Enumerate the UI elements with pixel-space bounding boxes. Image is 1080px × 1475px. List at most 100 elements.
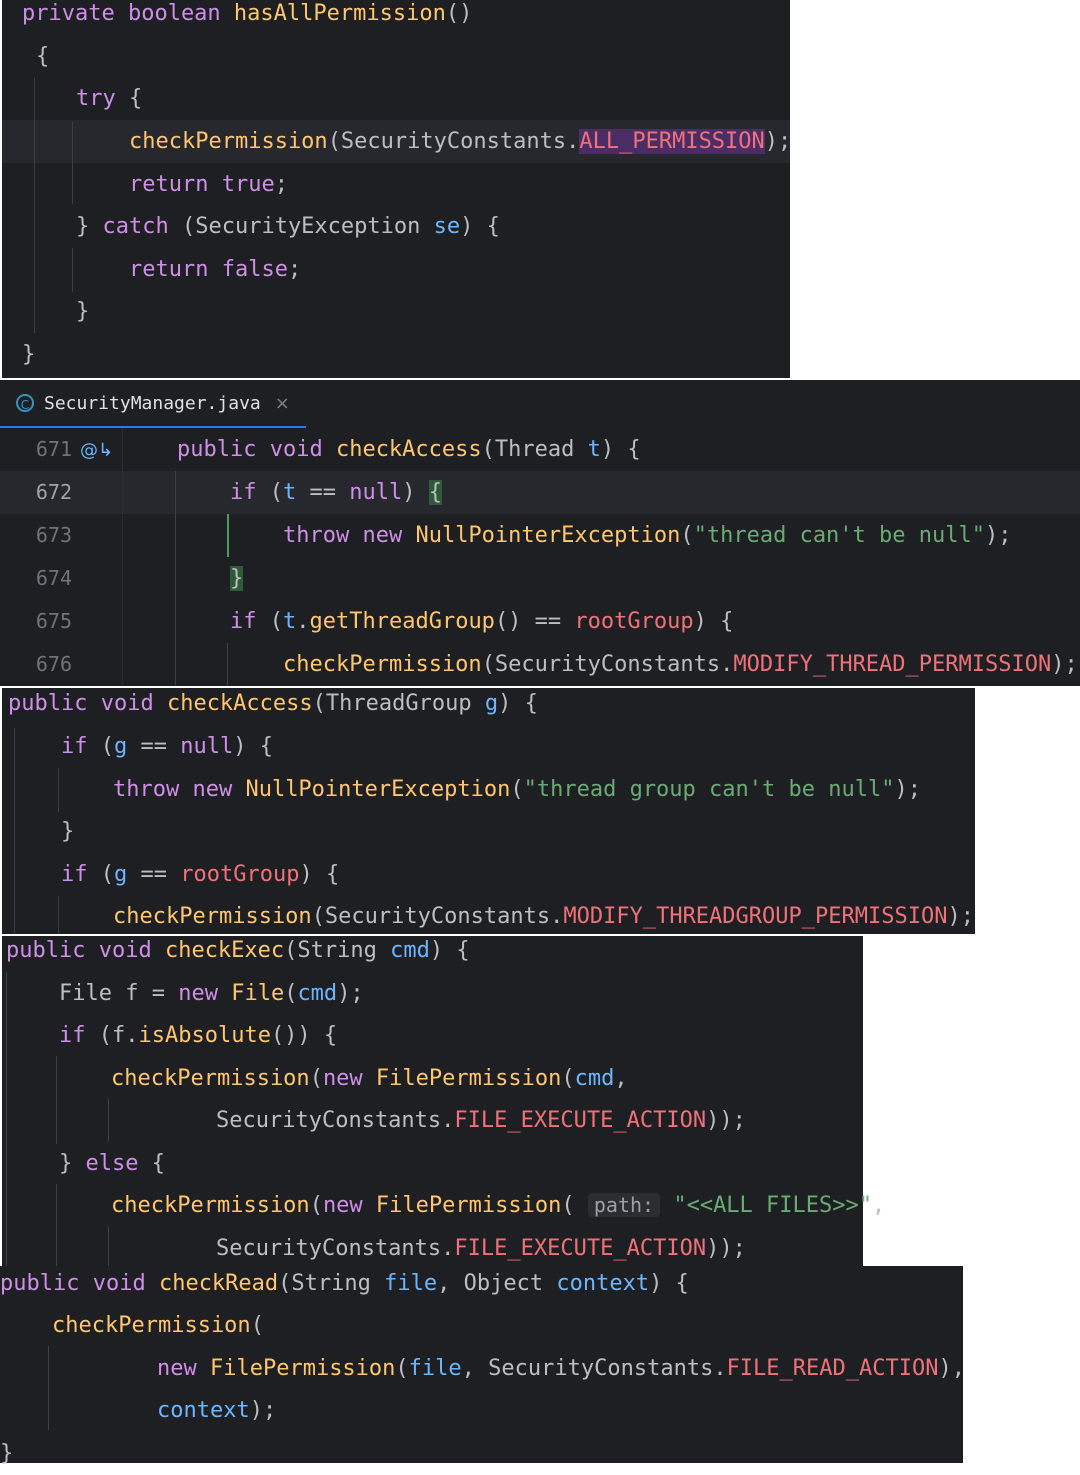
code-line[interactable]: } catch (SecurityException se) { — [2, 205, 790, 248]
token: cmd — [297, 981, 338, 1006]
code-line[interactable]: public void checkRead(String file, Objec… — [0, 1262, 963, 1305]
token: ( — [680, 523, 694, 548]
code-line[interactable]: if (f.isAbsolute()) { — [2, 1014, 863, 1057]
token: public void — [177, 437, 336, 462]
token: ( — [309, 1066, 323, 1091]
token: ( — [510, 777, 524, 802]
code-line[interactable]: context); — [0, 1389, 963, 1432]
code-line[interactable]: } — [0, 557, 1080, 600]
code-line[interactable]: } — [2, 810, 975, 853]
token: . — [296, 609, 310, 634]
token: "thread group can't be null" — [523, 777, 895, 802]
code-line[interactable]: return false; — [2, 248, 790, 291]
code-line[interactable]: checkPermission(new FilePermission( path… — [2, 1184, 885, 1227]
token: ) { — [299, 862, 340, 887]
token: g — [114, 734, 128, 759]
code-line[interactable]: throw new NullPointerException("thread g… — [2, 768, 975, 811]
code-line[interactable]: public void checkAccess(Thread t) { — [0, 428, 1080, 471]
token: ( — [256, 480, 283, 505]
token: new — [178, 981, 232, 1006]
token: file — [384, 1271, 438, 1296]
token: ) { — [600, 437, 641, 462]
code-line[interactable]: if (t == null) { — [0, 471, 1080, 514]
token: == — [127, 862, 181, 887]
token: "thread can't be null" — [693, 523, 986, 548]
token: } — [76, 214, 103, 239]
code-line[interactable]: throw new NullPointerException("thread c… — [0, 514, 1080, 557]
code-snippet-check-access-threadgroup: public void checkAccess(ThreadGroup g) {… — [2, 688, 975, 934]
token: == — [127, 734, 181, 759]
token: ), — [938, 1356, 965, 1381]
token: (SecurityConstants. — [481, 652, 734, 677]
code-line[interactable]: checkPermission(new FilePermission(cmd, — [2, 1057, 863, 1100]
code-line[interactable]: } — [2, 333, 790, 376]
code-line[interactable]: if (g == null) { — [2, 725, 975, 768]
token: new — [322, 1066, 376, 1091]
code-line[interactable]: checkPermission(SecurityConstants.ALL_PE… — [2, 120, 792, 163]
token: rootGroup — [574, 609, 694, 634]
token: try — [76, 86, 116, 111]
token: ( — [87, 734, 114, 759]
token: checkPermission — [113, 904, 312, 929]
tab-title: SecurityManager.java — [44, 392, 261, 414]
code-line[interactable]: return true; — [2, 163, 790, 206]
token: (SecurityConstants. — [327, 129, 580, 154]
token: ( — [87, 862, 114, 887]
code-snippet-has-all-permission: private boolean hasAllPermission() { try… — [2, 0, 792, 378]
token: else — [85, 1151, 139, 1176]
token: { — [36, 44, 50, 69]
code-line[interactable]: public void checkExec(String cmd) { — [2, 929, 863, 972]
code-line[interactable]: } — [2, 290, 790, 333]
token: ( — [256, 609, 283, 634]
token: null — [180, 734, 234, 759]
token: , — [614, 1066, 628, 1091]
token: SecurityConstants. — [216, 1108, 455, 1133]
code-line[interactable]: new FilePermission(file, SecurityConstan… — [0, 1347, 965, 1390]
token: == — [296, 480, 350, 505]
code-line[interactable]: try { — [2, 77, 790, 120]
code-line[interactable]: SecurityConstants.FILE_EXECUTE_ACTION)); — [2, 1099, 863, 1142]
token: ) { — [429, 938, 470, 963]
code-line[interactable]: checkPermission( — [0, 1304, 963, 1347]
token: ( — [561, 1193, 588, 1218]
code-line[interactable]: private boolean hasAllPermission() — [2, 0, 790, 35]
token: ALL_PERMISSION — [579, 129, 765, 154]
token: ); — [764, 129, 792, 154]
code-line[interactable]: checkPermission(SecurityConstants.MODIFY… — [0, 643, 1080, 686]
token: MODIFY_THREADGROUP_PERMISSION — [563, 904, 948, 929]
token: FilePermission — [209, 1356, 396, 1381]
token: ) — [402, 480, 429, 505]
token: ) { — [233, 734, 273, 759]
token: se — [433, 214, 461, 239]
code-line[interactable]: File f = new File(cmd); — [2, 972, 863, 1015]
token: , SecurityConstants. — [461, 1356, 727, 1381]
token: getThreadGroup — [309, 609, 495, 634]
token: { — [115, 86, 143, 111]
token: checkPermission — [111, 1193, 310, 1218]
token: throw new — [113, 777, 246, 802]
token: } — [22, 342, 36, 367]
token: ) { — [498, 691, 538, 716]
token: ); — [985, 523, 1012, 548]
token: "<<ALL FILES>>" — [673, 1193, 873, 1218]
code-line[interactable]: if (g == rootGroup) { — [2, 853, 975, 896]
token: checkAccess — [166, 691, 313, 716]
token: MODIFY_THREAD_PERMISSION — [733, 652, 1052, 677]
close-icon[interactable]: × — [275, 393, 290, 414]
token: ( — [284, 981, 298, 1006]
code-line[interactable]: } else { — [2, 1142, 863, 1185]
code-line[interactable]: public void checkAccess(ThreadGroup g) { — [2, 682, 975, 725]
tab-security-manager-java[interactable]: C SecurityManager.java × — [0, 380, 306, 428]
token: FilePermission — [375, 1066, 562, 1091]
code-line[interactable]: { — [2, 35, 790, 78]
code-line[interactable]: if (t.getThreadGroup() == rootGroup) { — [0, 600, 1080, 643]
code-line[interactable]: } — [0, 1432, 963, 1475]
code-editor: 671 @↳ 672 673 674 675 676 public void c… — [0, 428, 1080, 686]
token: (SecurityException — [168, 214, 434, 239]
token: g — [114, 862, 128, 887]
token: , Object — [437, 1271, 557, 1296]
token: (Thread — [481, 437, 588, 462]
token: NullPointerException — [415, 523, 681, 548]
token: context — [556, 1271, 650, 1296]
